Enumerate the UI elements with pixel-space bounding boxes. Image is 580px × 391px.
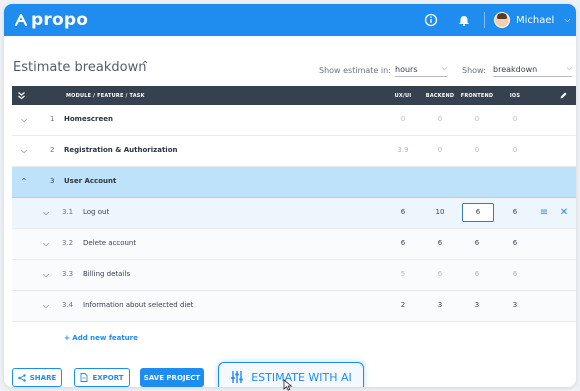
cell-backend[interactable]: 6 bbox=[438, 270, 442, 278]
table-subrow[interactable]: ⌵ 3.2 Delete account 6 6 6 6 bbox=[12, 229, 576, 260]
export-label: EXPORT bbox=[92, 373, 124, 382]
avatar bbox=[494, 12, 510, 28]
chevron-down-icon[interactable]: ⌵ bbox=[18, 145, 30, 157]
row-number: 3 bbox=[50, 177, 55, 185]
chevron-down-icon: ⌵ bbox=[564, 15, 571, 24]
collapse-all-icon[interactable] bbox=[17, 91, 26, 100]
header-ios: IOS bbox=[509, 93, 521, 99]
close-icon[interactable]: ✕ bbox=[558, 207, 570, 219]
app-window: propo Michael ⌵ Estimate breakdown ⌃ Sho… bbox=[4, 4, 576, 387]
table-row[interactable]: ⌵ 1 Homescreen 0 0 0 0 bbox=[12, 105, 576, 136]
table-subrow[interactable]: ⌵ 3.1 Log out 6 10 6 6 ≡ ✕ bbox=[12, 198, 576, 229]
share-icon bbox=[18, 373, 26, 382]
edit-pencil-icon[interactable] bbox=[559, 91, 568, 100]
chevron-up-icon[interactable]: ⌃ bbox=[18, 176, 30, 188]
top-bar: propo Michael ⌵ bbox=[4, 4, 576, 36]
row-number: 3.3 bbox=[62, 270, 74, 278]
bell-icon[interactable] bbox=[457, 13, 471, 27]
row-name: Billing details bbox=[83, 270, 131, 278]
cell-uxui[interactable]: 2 bbox=[401, 301, 405, 309]
row-name: Delete account bbox=[83, 239, 137, 247]
page-title: Estimate breakdown bbox=[13, 60, 147, 75]
row-name: User Account bbox=[64, 177, 117, 185]
cell-backend[interactable]: 6 bbox=[438, 239, 442, 247]
chevron-down-icon[interactable]: ⌵ bbox=[40, 207, 52, 219]
cell-ios[interactable]: 6 bbox=[513, 270, 517, 278]
list-details-icon[interactable]: ≡ bbox=[538, 207, 550, 219]
show-label: Show: bbox=[462, 66, 486, 75]
row-number: 3.1 bbox=[62, 208, 74, 216]
row-name: Information about selected diet bbox=[83, 301, 194, 309]
cell-frontend[interactable]: 3 bbox=[475, 301, 479, 309]
view-select-value: breakdown bbox=[493, 65, 538, 74]
cell-ios[interactable]: 6 bbox=[513, 239, 517, 247]
header-backend: BACKEND bbox=[425, 93, 455, 99]
cell-uxui[interactable]: 6 bbox=[401, 208, 405, 216]
table-row[interactable]: ⌵ 2 Registration & Authorization 3.9 0 0… bbox=[12, 136, 576, 167]
cell-ios[interactable]: 3 bbox=[513, 301, 517, 309]
cell-backend: 0 bbox=[437, 146, 443, 154]
chevron-down-icon: ⌵ bbox=[566, 64, 572, 72]
table-header: MODULE / FEATURE / TASK UX/UI BACKEND FR… bbox=[12, 86, 576, 105]
cell-ios[interactable]: 6 bbox=[513, 208, 517, 216]
propo-logo-icon bbox=[15, 14, 27, 26]
export-button[interactable]: EXPORT bbox=[74, 368, 130, 387]
header-module: MODULE / FEATURE / TASK bbox=[66, 93, 145, 99]
row-number: 2 bbox=[50, 146, 55, 154]
header-uxui: UX/UI bbox=[394, 93, 412, 99]
row-name: Log out bbox=[83, 208, 110, 216]
cell-frontend[interactable]: 6 bbox=[475, 239, 479, 247]
table-subrow[interactable]: ⌵ 3.4 Information about selected diet 2 … bbox=[12, 291, 576, 322]
topbar-divider bbox=[484, 12, 485, 28]
row-number: 3.2 bbox=[62, 239, 74, 247]
chevron-down-icon[interactable]: ⌵ bbox=[40, 269, 52, 281]
row-number: 3.4 bbox=[62, 301, 74, 309]
cell-ios: 0 bbox=[512, 115, 518, 123]
sliders-icon bbox=[231, 371, 243, 383]
mouse-cursor-icon bbox=[283, 379, 293, 391]
cell-backend[interactable]: 3 bbox=[438, 301, 442, 309]
chevron-down-icon[interactable]: ⌵ bbox=[40, 300, 52, 312]
cell-frontend[interactable]: 6 bbox=[475, 270, 479, 278]
add-feature-link[interactable]: + Add new feature bbox=[64, 334, 138, 342]
table-row-active[interactable]: ⌃ 3 User Account bbox=[12, 167, 576, 198]
unit-select[interactable]: hours ⌵ bbox=[395, 64, 447, 77]
document-icon bbox=[80, 373, 88, 382]
table-subrow[interactable]: ⌵ 3.3 Billing details 5 6 6 6 bbox=[12, 260, 576, 291]
brand-logo[interactable]: propo bbox=[14, 10, 88, 30]
row-number: 1 bbox=[50, 115, 55, 123]
cell-frontend-input[interactable]: 6 bbox=[462, 203, 494, 222]
user-name: Michael bbox=[516, 14, 555, 26]
cell-backend[interactable]: 10 bbox=[436, 208, 445, 216]
cell-uxui[interactable]: 6 bbox=[401, 239, 405, 247]
estimate-ai-label: ESTIMATE WITH AI bbox=[251, 370, 352, 384]
cell-uxui: 0 bbox=[400, 115, 406, 123]
share-label: SHARE bbox=[29, 373, 57, 382]
show-estimate-label: Show estimate in: bbox=[319, 66, 391, 75]
row-name: Homescreen bbox=[64, 115, 113, 123]
cell-frontend: 0 bbox=[474, 146, 480, 154]
save-project-button[interactable]: SAVE PROJECT bbox=[140, 368, 204, 387]
info-icon[interactable] bbox=[424, 13, 438, 27]
collapse-caret-icon[interactable]: ⌃ bbox=[141, 60, 149, 71]
chevron-down-icon[interactable]: ⌵ bbox=[18, 114, 30, 126]
share-button[interactable]: SHARE bbox=[12, 368, 62, 387]
header-frontend: FRONTEND bbox=[460, 93, 494, 99]
row-name: Registration & Authorization bbox=[64, 146, 178, 154]
user-menu[interactable]: Michael ⌵ bbox=[494, 11, 570, 29]
cell-ios: 0 bbox=[512, 146, 518, 154]
unit-select-value: hours bbox=[395, 65, 418, 74]
cell-frontend: 0 bbox=[474, 115, 480, 123]
view-select[interactable]: breakdown ⌵ bbox=[493, 64, 572, 77]
cell-uxui: 3.9 bbox=[397, 146, 409, 154]
cell-uxui[interactable]: 5 bbox=[401, 270, 405, 278]
chevron-down-icon[interactable]: ⌵ bbox=[40, 238, 52, 250]
chevron-down-icon: ⌵ bbox=[441, 64, 447, 72]
brand-name: propo bbox=[31, 10, 89, 30]
cell-backend: 0 bbox=[437, 115, 443, 123]
save-label: SAVE PROJECT bbox=[143, 373, 201, 382]
